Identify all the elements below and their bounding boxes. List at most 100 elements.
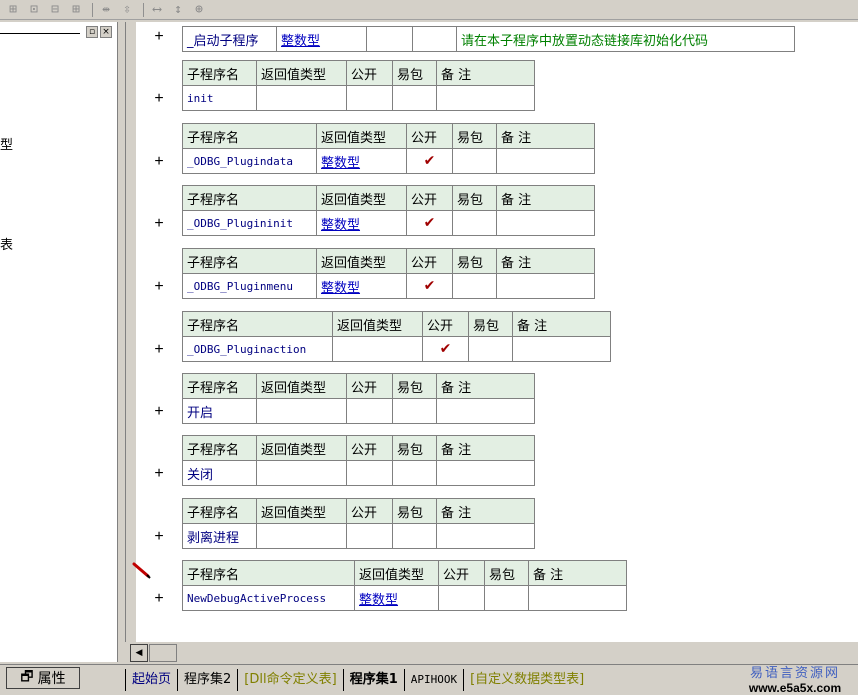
comment-cell[interactable]	[436, 85, 535, 111]
comment-cell[interactable]	[496, 273, 595, 299]
expand-icon[interactable]: +	[152, 528, 166, 546]
comment-cell[interactable]	[496, 210, 595, 236]
return-type[interactable]	[256, 398, 347, 424]
subroutine-name[interactable]: 剥离进程	[182, 523, 257, 549]
subroutine-name[interactable]: 关闭	[182, 460, 257, 486]
public-checkmark[interactable]: ✔	[406, 273, 453, 299]
tab-dll-commands[interactable]: [Dll命令定义表]	[237, 669, 342, 691]
comment-cell[interactable]	[436, 523, 535, 549]
easy-cell[interactable]	[392, 85, 437, 111]
panel-title-line	[0, 33, 80, 34]
expand-icon[interactable]: +	[152, 28, 166, 46]
tab-assembly-2[interactable]: 程序集2	[177, 669, 237, 691]
public-cell[interactable]	[366, 26, 413, 52]
space-horizontal-icon[interactable]: ⇹	[97, 2, 115, 18]
subroutine-name[interactable]: _ODBG_Plugininit	[182, 210, 317, 236]
return-type[interactable]: 整数型	[354, 585, 439, 611]
header-return-type: 返回值类型	[316, 123, 407, 149]
align-left-icon[interactable]: ⊞	[4, 2, 22, 18]
toolbar-separator	[143, 2, 144, 17]
tab-assembly-1[interactable]: 程序集1	[342, 669, 404, 691]
subroutine-table: 子程序名 返回值类型 公开 易包 备 注 剥离进程	[182, 498, 535, 549]
public-checkmark[interactable]: ✔	[406, 210, 453, 236]
same-size-icon[interactable]: ⊕	[190, 2, 208, 18]
comment-cell[interactable]	[436, 460, 535, 486]
return-type[interactable]	[256, 460, 347, 486]
expand-icon[interactable]: +	[152, 90, 166, 108]
comment-cell[interactable]	[496, 148, 595, 174]
comment-cell[interactable]	[512, 336, 611, 362]
easy-cell[interactable]	[392, 523, 437, 549]
subroutine-name[interactable]: _ODBG_Plugindata	[182, 148, 317, 174]
horizontal-scrollbar[interactable]: ◀	[125, 642, 858, 664]
header-easy: 易包	[392, 60, 437, 86]
return-type[interactable]	[256, 523, 347, 549]
subroutine-name[interactable]: _ODBG_Pluginaction	[182, 336, 333, 362]
header-comment: 备 注	[528, 560, 627, 586]
public-checkmark[interactable]: ✔	[406, 148, 453, 174]
code-editor[interactable]: + _启动子程序 整数型 请在本子程序中放置动态链接库初始化代码 子程序名 返回…	[125, 22, 858, 642]
expand-icon[interactable]: +	[152, 153, 166, 171]
easy-cell[interactable]	[468, 336, 513, 362]
subroutine-name[interactable]: 开启	[182, 398, 257, 424]
subroutine-table: 子程序名 返回值类型 公开 易包 备 注 NewDebugActiveProce…	[182, 560, 627, 611]
tab-start-page[interactable]: 起始页	[125, 669, 177, 691]
comment-cell[interactable]: 请在本子程序中放置动态链接库初始化代码	[456, 26, 795, 52]
return-type[interactable]: 整数型	[316, 148, 407, 174]
left-panel-header: ▫ ×	[0, 22, 117, 42]
expand-icon[interactable]: +	[152, 278, 166, 296]
tab-apihook[interactable]: APIHOOK	[403, 669, 463, 691]
easy-cell[interactable]	[452, 273, 497, 299]
scroll-thumb[interactable]	[149, 644, 177, 662]
expand-icon[interactable]: +	[152, 590, 166, 608]
expand-icon[interactable]: +	[152, 215, 166, 233]
subroutine-table: 子程序名 返回值类型 公开 易包 备 注 _ODBG_Pluginaction …	[182, 311, 611, 362]
public-checkmark[interactable]: ✔	[422, 336, 469, 362]
public-cell[interactable]	[346, 398, 393, 424]
public-cell[interactable]	[346, 85, 393, 111]
public-cell[interactable]	[346, 523, 393, 549]
tab-custom-data-types[interactable]: [自定义数据类型表]	[463, 669, 590, 691]
header-easy: 易包	[392, 435, 437, 461]
same-height-icon[interactable]: ↕	[169, 2, 187, 18]
easy-cell[interactable]	[484, 585, 529, 611]
header-name: 子程序名	[182, 498, 257, 524]
subroutine-name[interactable]: init	[182, 85, 257, 111]
return-type[interactable]: 整数型	[316, 210, 407, 236]
easy-cell[interactable]	[392, 398, 437, 424]
subroutine-name[interactable]: NewDebugActiveProcess	[182, 585, 355, 611]
expand-icon[interactable]: +	[152, 403, 166, 421]
expand-icon[interactable]: +	[152, 465, 166, 483]
public-cell[interactable]	[346, 460, 393, 486]
easy-cell[interactable]	[452, 210, 497, 236]
return-type[interactable]	[332, 336, 423, 362]
public-cell[interactable]	[438, 585, 485, 611]
easy-cell[interactable]	[392, 460, 437, 486]
subroutine-name[interactable]: _启动子程序	[182, 26, 277, 52]
align-middle-icon[interactable]: ⊞	[67, 2, 85, 18]
header-public: 公开	[346, 60, 393, 86]
easy-cell[interactable]	[452, 148, 497, 174]
comment-cell[interactable]	[436, 398, 535, 424]
tree-item-fragment[interactable]: 表	[0, 234, 13, 253]
header-public: 公开	[406, 123, 453, 149]
header-return-type: 返回值类型	[256, 435, 347, 461]
properties-button[interactable]: 🗗 属性	[6, 667, 80, 689]
subroutine-name[interactable]: _ODBG_Pluginmenu	[182, 273, 317, 299]
expand-icon[interactable]: +	[152, 341, 166, 359]
space-vertical-icon[interactable]: ⇳	[118, 2, 136, 18]
restore-icon[interactable]: ▫	[86, 26, 98, 38]
easy-cell[interactable]	[412, 26, 457, 52]
comment-cell[interactable]	[528, 585, 627, 611]
same-width-icon[interactable]: ⟷	[148, 2, 166, 18]
close-icon[interactable]: ×	[100, 26, 112, 38]
return-type[interactable]: 整数型	[276, 26, 367, 52]
header-comment: 备 注	[436, 498, 535, 524]
align-top-icon[interactable]: ⊟	[46, 2, 64, 18]
align-center-icon[interactable]: ⊡	[25, 2, 43, 18]
tree-item-fragment[interactable]: 型	[0, 134, 13, 153]
header-return-type: 返回值类型	[256, 373, 347, 399]
scroll-left-icon[interactable]: ◀	[130, 644, 148, 662]
return-type[interactable]: 整数型	[316, 273, 407, 299]
return-type[interactable]	[256, 85, 347, 111]
